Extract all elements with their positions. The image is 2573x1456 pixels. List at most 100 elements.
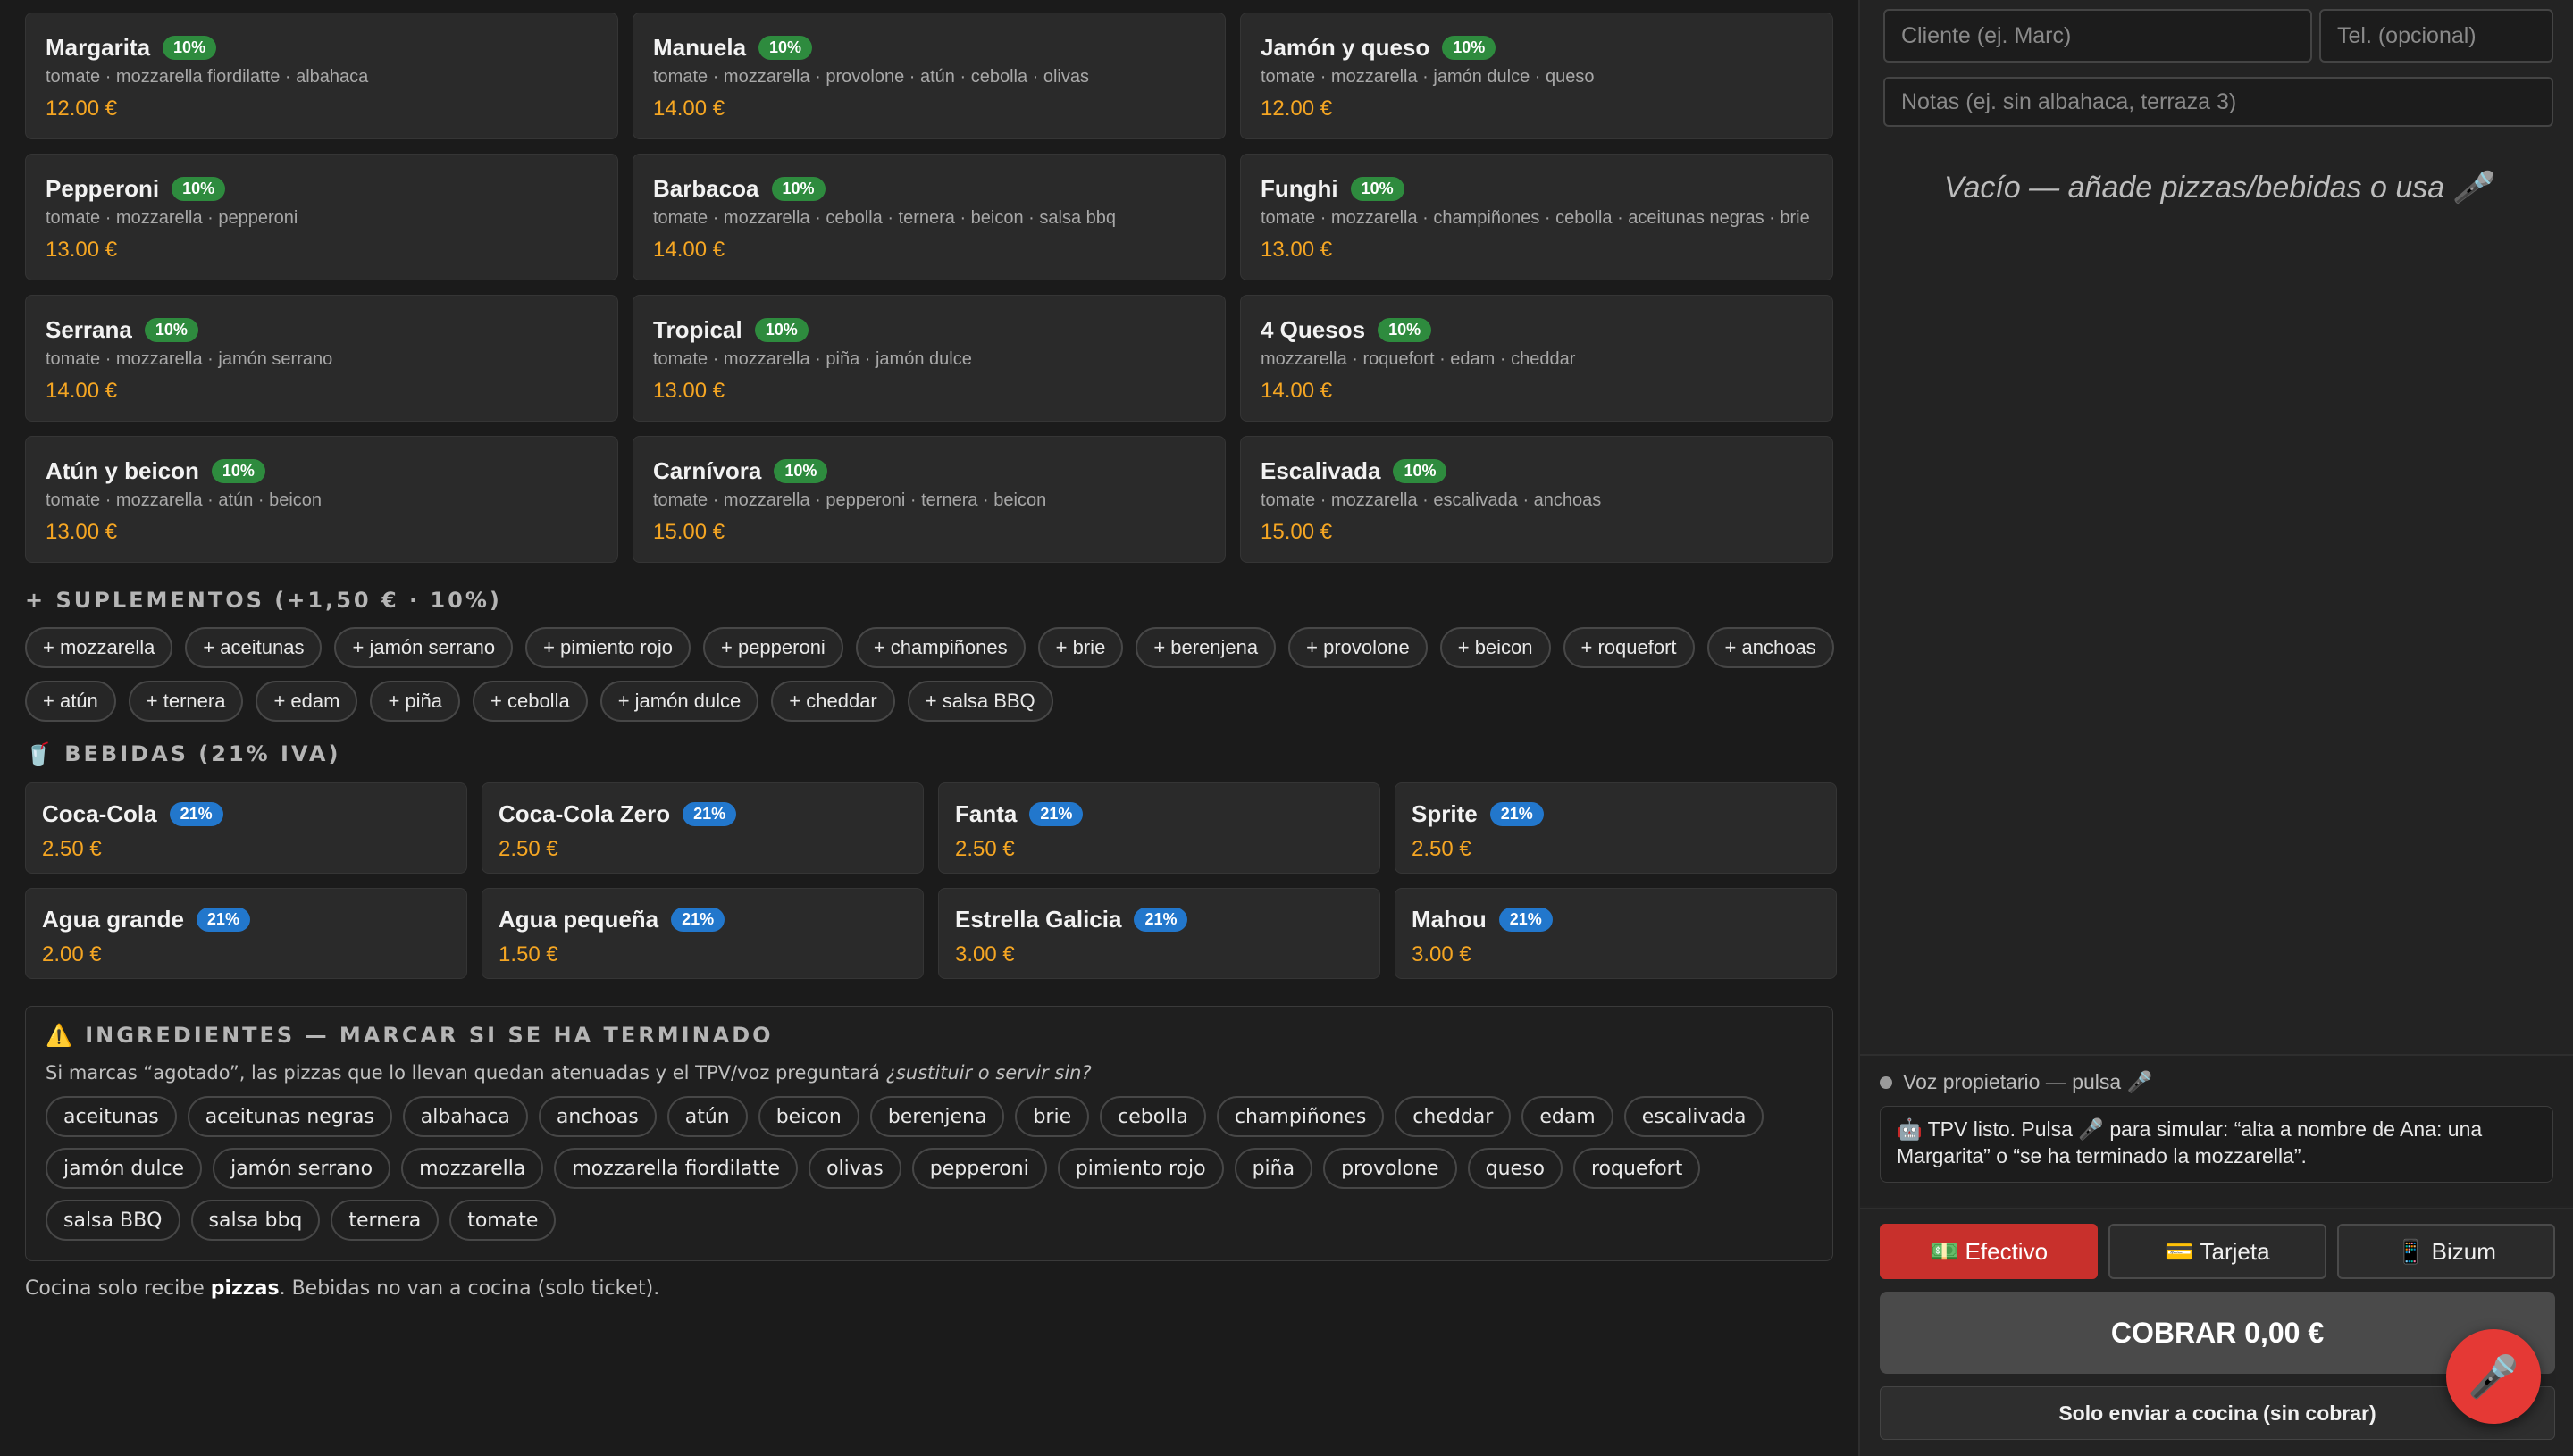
ingredient-chip[interactable]: edam <box>1521 1096 1613 1137</box>
drink-card[interactable]: Mahou 21% 3.00 € <box>1395 888 1837 979</box>
pizza-price: 15.00 € <box>1261 520 1333 544</box>
ingredient-chip[interactable]: salsa BBQ <box>46 1200 180 1241</box>
pizza-card[interactable]: Serrana 10% tomate · mozzarella · jamón se… <box>25 295 618 422</box>
mic-button[interactable]: 🎤 <box>2446 1329 2541 1424</box>
ingredient-chip[interactable]: queso <box>1467 1148 1563 1189</box>
ingredient-chip[interactable]: escalivada <box>1623 1096 1764 1137</box>
ingredient-chip[interactable]: pimiento rojo <box>1057 1148 1224 1189</box>
drink-price: 2.50 € <box>42 837 102 861</box>
pizza-name: Manuela <box>653 33 747 61</box>
supplement-chip[interactable]: + roquefort <box>1563 627 1695 668</box>
cash-button[interactable]: 💵 Efectivo <box>1880 1224 2098 1279</box>
pizza-price: 13.00 € <box>653 379 725 403</box>
supplement-chip[interactable]: + brie <box>1037 627 1124 668</box>
payment-panel: 💵 Efectivo 💳 Tarjeta 📱 Bizum COBRAR 0,00… <box>1860 1208 2573 1456</box>
vat-badge: 10% <box>1378 317 1432 342</box>
ingredient-chip[interactable]: ternera <box>331 1200 440 1241</box>
ingredient-chip[interactable]: champiñones <box>1216 1096 1385 1137</box>
pizza-ingredients: tomate · mozzarella · atún · beicon <box>46 490 323 510</box>
supplement-chip[interactable]: + atún <box>25 681 116 722</box>
ingredient-chip[interactable]: pepperoni <box>911 1148 1047 1189</box>
pizza-card-header: 4 Quesos 10% <box>1261 315 1813 344</box>
phone-input[interactable] <box>2319 9 2553 63</box>
ingredient-chip[interactable]: cebolla <box>1100 1096 1206 1137</box>
ingredient-chip[interactable]: olivas <box>809 1148 901 1189</box>
supplement-chip[interactable]: + provolone <box>1288 627 1428 668</box>
supplement-chip[interactable]: + piña <box>370 681 461 722</box>
ingredient-chip[interactable]: mozzarella fiordilatte <box>554 1148 799 1189</box>
ingredient-chip[interactable]: aceitunas <box>46 1096 177 1137</box>
pizza-card[interactable]: Margarita 10% tomate · mozzarella fiordila… <box>25 13 618 139</box>
ingredient-chip[interactable]: tomate <box>449 1200 557 1241</box>
pizza-card[interactable]: Jamón y queso 10% tomate · mozzarella · ja… <box>1240 13 1833 139</box>
supplement-chip[interactable]: + aceitunas <box>185 627 323 668</box>
supplement-chip[interactable]: + edam <box>256 681 358 722</box>
supplement-chip[interactable]: + cheddar <box>771 681 895 722</box>
supplement-chip[interactable]: + pepperoni <box>703 627 843 668</box>
supplement-chip[interactable]: + pimiento rojo <box>525 627 691 668</box>
ingredients-description-text: Si marcas “agotado”, las pizzas que lo l… <box>46 1062 886 1084</box>
vat-badge: 10% <box>144 317 198 342</box>
ingredient-chip[interactable]: piña <box>1234 1148 1313 1189</box>
supplement-chip[interactable]: + jamón dulce <box>599 681 759 722</box>
pizza-card[interactable]: Pepperoni 10% tomate · mozzarella · pepper… <box>25 154 618 280</box>
supplement-chip[interactable]: + anchoas <box>1706 627 1834 668</box>
bizum-button[interactable]: 📱 Bizum <box>2337 1224 2555 1279</box>
drink-card[interactable]: Coca-Cola Zero 21% 2.50 € <box>482 782 924 874</box>
pizza-card[interactable]: Funghi 10% tomate · mozzarella · champiñon… <box>1240 154 1833 280</box>
pizza-card[interactable]: Escalivada 10% tomate · mozzarella · escal… <box>1240 436 1833 563</box>
drinks-grid: Coca-Cola 21% 2.50 € Coca-Cola Zero 21% 2.50 … <box>25 782 1837 979</box>
ingredient-chip[interactable]: brie <box>1015 1096 1090 1137</box>
pizza-name: Pepperoni <box>46 174 160 202</box>
ingredient-chip[interactable]: atún <box>666 1096 748 1137</box>
pizza-ingredients: tomate · mozzarella fiordilatte · albaha… <box>46 67 369 87</box>
order-sidebar: Vacío — añade pizzas/bebidas o usa 🎤 Voz… <box>1858 0 2573 1456</box>
supplement-chip[interactable]: + jamón serrano <box>334 627 514 668</box>
pizza-card[interactable]: Carnívora 10% tomate · mozzarella · pepper… <box>633 436 1226 563</box>
pizza-card[interactable]: Manuela 10% tomate · mozzarella · provolon… <box>633 13 1226 139</box>
supplement-chip[interactable]: + beicon <box>1439 627 1551 668</box>
drink-name: Coca-Cola Zero <box>499 799 671 827</box>
pizza-name: Carnívora <box>653 456 762 484</box>
drink-card[interactable]: Estrella Galicia 21% 3.00 € <box>938 888 1380 979</box>
supplement-chip[interactable]: + salsa BBQ <box>907 681 1053 722</box>
ingredient-chip[interactable]: roquefort <box>1572 1148 1701 1189</box>
drink-card[interactable]: Agua pequeña 21% 1.50 € <box>482 888 924 979</box>
drink-card[interactable]: Sprite 21% 2.50 € <box>1395 782 1837 874</box>
pizza-card[interactable]: Barbacoa 10% tomate · mozzarella · cebolla… <box>633 154 1226 280</box>
supplements-title: + SUPLEMENTOS (+1,50 € · 10%) <box>25 588 502 613</box>
drink-name: Coca-Cola <box>42 799 157 827</box>
pizza-card[interactable]: 4 Quesos 10% mozzarella · roquefort · edam… <box>1240 295 1833 422</box>
ingredient-chip[interactable]: mozzarella <box>401 1148 544 1189</box>
ingredient-chip[interactable]: beicon <box>758 1096 859 1137</box>
pizza-card[interactable]: Atún y beicon 10% tomate · mozzarella · at… <box>25 436 618 563</box>
supplements-list: + mozzarella + aceitunas + jamón serrano + … <box>25 627 1848 722</box>
ingredient-chip[interactable]: berenjena <box>869 1096 1005 1137</box>
supplement-chip[interactable]: + berenjena <box>1136 627 1277 668</box>
supplement-chip[interactable]: + ternera <box>128 681 244 722</box>
notes-input[interactable] <box>1883 77 2553 127</box>
drink-card[interactable]: Agua grande 21% 2.00 € <box>25 888 467 979</box>
pizza-price: 14.00 € <box>653 238 725 262</box>
supplement-chip[interactable]: + cebolla <box>473 681 588 722</box>
ingredient-chip[interactable]: albahaca <box>402 1096 528 1137</box>
vat-badge: 21% <box>683 801 737 826</box>
pizza-price: 14.00 € <box>653 96 725 121</box>
ingredient-chip[interactable]: aceitunas negras <box>187 1096 392 1137</box>
card-button[interactable]: 💳 Tarjeta <box>2108 1224 2326 1279</box>
ingredient-chip[interactable]: provolone <box>1323 1148 1457 1189</box>
drink-card[interactable]: Fanta 21% 2.50 € <box>938 782 1380 874</box>
vat-badge: 21% <box>1498 907 1553 932</box>
client-name-input[interactable] <box>1883 9 2312 63</box>
vat-badge: 10% <box>1442 35 1496 60</box>
ingredients-description: Si marcas “agotado”, las pizzas que lo l… <box>46 1062 1813 1084</box>
ingredient-chip[interactable]: jamón dulce <box>46 1148 203 1189</box>
ingredient-chip[interactable]: jamón serrano <box>213 1148 391 1189</box>
ingredient-chip[interactable]: anchoas <box>538 1096 657 1137</box>
ingredient-chip[interactable]: salsa bbq <box>190 1200 321 1241</box>
pizza-card[interactable]: Tropical 10% tomate · mozzarella · piña · … <box>633 295 1226 422</box>
drink-card[interactable]: Coca-Cola 21% 2.50 € <box>25 782 467 874</box>
ingredient-chip[interactable]: cheddar <box>1395 1096 1512 1137</box>
supplement-chip[interactable]: + champiñones <box>855 627 1026 668</box>
supplement-chip[interactable]: + mozzarella <box>25 627 173 668</box>
